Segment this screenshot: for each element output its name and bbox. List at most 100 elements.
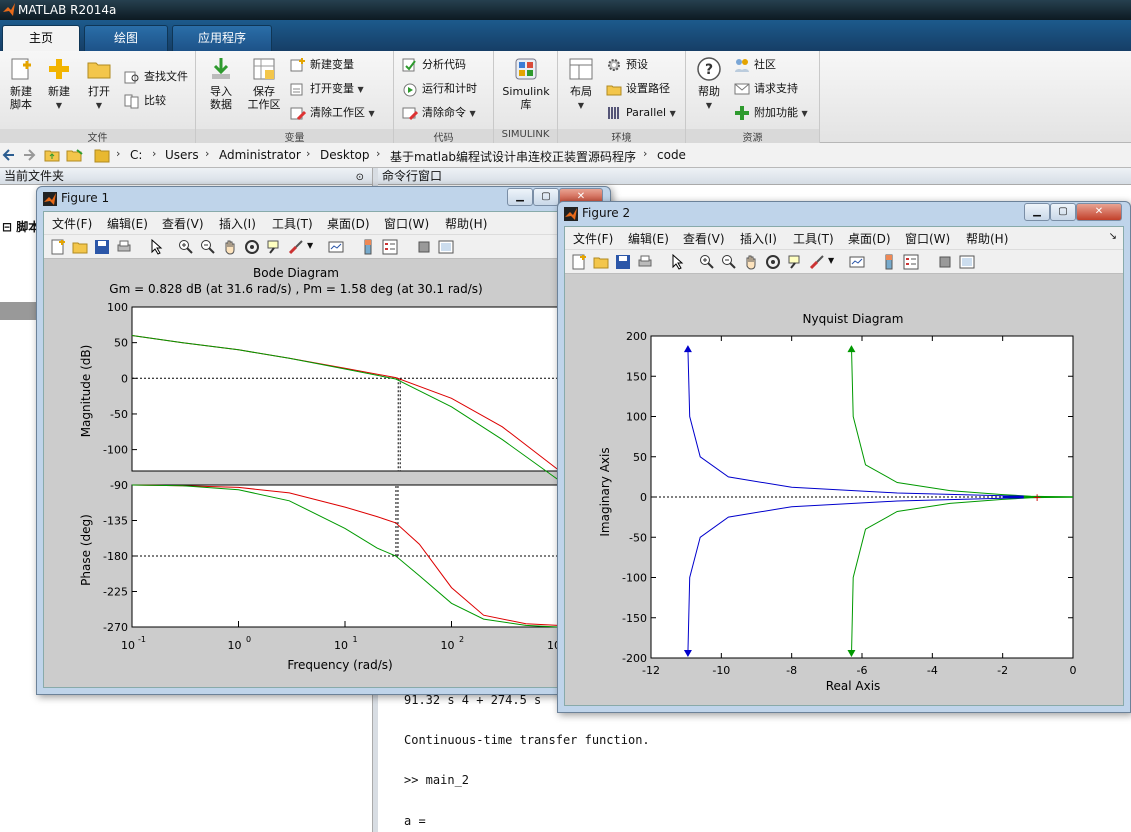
menu-tools[interactable]: 工具(T) <box>272 215 313 232</box>
run-and-time-button[interactable]: 运行和计时 <box>402 79 477 99</box>
tab-plots[interactable]: 绘图 <box>84 25 168 51</box>
clear-workspace-button[interactable]: 清除工作区 ▼ <box>290 103 375 123</box>
folder-tree-item[interactable]: ⊟ 脚本 <box>2 218 40 235</box>
browse-folder-icon[interactable] <box>66 147 84 163</box>
save-icon[interactable] <box>94 239 110 255</box>
new-script-button[interactable]: 新建 脚本 <box>2 54 40 111</box>
menu-dock-arrow-icon[interactable]: ↘ <box>1109 231 1117 242</box>
import-data-button[interactable]: 导入 数据 <box>202 54 240 111</box>
tab-apps[interactable]: 应用程序 <box>172 25 272 51</box>
brush-dropdown-icon[interactable]: ▼ <box>828 256 834 265</box>
clear-commands-button[interactable]: 清除命令 ▼ <box>402 103 476 123</box>
menu-desktop[interactable]: 桌面(D) <box>327 215 370 232</box>
figure-2-plot-area[interactable]: Nyquist Diagram -12 -10 -8 -6 -4 -2 0 200 150 100… <box>565 274 1123 705</box>
breadcrumb-drive[interactable]: C: <box>130 148 142 162</box>
open-file-icon[interactable] <box>72 239 88 255</box>
breadcrumb-administrator[interactable]: Administrator <box>219 148 301 162</box>
bode-phase-axes[interactable]: -90-135-180-225-27010-1100101102103 <box>103 479 599 652</box>
maximize-button[interactable]: ▢ <box>1050 203 1076 221</box>
brush-dropdown-icon[interactable]: ▼ <box>307 241 313 250</box>
menu-tools[interactable]: 工具(T) <box>793 230 834 247</box>
request-support-button[interactable]: 请求支持 <box>734 79 798 99</box>
find-files-button[interactable]: 查找文件 <box>124 67 188 87</box>
simulink-library-button[interactable]: Simulink 库 <box>500 54 552 111</box>
breadcrumb-project-folder[interactable]: 基于matlab编程试设计串连校正装置源码程序 <box>390 148 636 165</box>
rotate-3d-icon[interactable] <box>244 239 260 255</box>
pan-hand-icon[interactable] <box>743 254 759 270</box>
nyquist-diagram-chart[interactable]: Nyquist Diagram -12 -10 -8 -6 -4 -2 0 200 150 100… <box>565 274 1125 708</box>
link-plot-icon[interactable] <box>328 239 344 255</box>
up-folder-icon[interactable] <box>44 147 60 163</box>
tab-home[interactable]: 主页 <box>2 25 80 51</box>
menu-view[interactable]: 查看(V) <box>683 230 725 247</box>
legend-icon[interactable] <box>382 239 398 255</box>
open-variable-button[interactable]: 打开变量 ▼ <box>290 79 364 99</box>
menu-insert[interactable]: 插入(I) <box>219 215 256 232</box>
legend-icon[interactable] <box>903 254 919 270</box>
maximize-button[interactable]: ▢ <box>533 188 559 206</box>
menu-insert[interactable]: 插入(I) <box>740 230 777 247</box>
menu-help[interactable]: 帮助(H) <box>966 230 1008 247</box>
new-figure-icon[interactable] <box>50 239 66 255</box>
colorbar-icon[interactable] <box>881 254 897 270</box>
new-button[interactable]: 新建 ▼ <box>40 54 78 112</box>
menu-edit[interactable]: 编辑(E) <box>107 215 148 232</box>
breadcrumb-users[interactable]: Users <box>165 148 199 162</box>
add-ons-button[interactable]: 附加功能 ▼ <box>734 103 808 123</box>
link-plot-icon[interactable] <box>849 254 865 270</box>
brush-icon[interactable] <box>288 239 304 255</box>
pointer-icon[interactable] <box>669 254 685 270</box>
menu-view[interactable]: 查看(V) <box>162 215 204 232</box>
menu-file[interactable]: 文件(F) <box>573 230 613 247</box>
breadcrumb-code[interactable]: code <box>657 148 686 162</box>
compare-button[interactable]: 比较 <box>124 91 166 111</box>
save-workspace-button[interactable]: 保存 工作区 <box>242 54 286 111</box>
back-arrow-icon[interactable] <box>2 148 16 162</box>
zoom-out-icon[interactable] <box>200 239 216 255</box>
minimize-button[interactable]: ▁ <box>507 188 533 206</box>
open-button[interactable]: 打开 ▼ <box>80 54 118 112</box>
forward-arrow-icon[interactable] <box>22 148 36 162</box>
data-cursor-icon[interactable] <box>787 254 803 270</box>
hide-plot-tools-icon[interactable] <box>937 254 953 270</box>
menu-edit[interactable]: 编辑(E) <box>628 230 669 247</box>
data-cursor-icon[interactable] <box>266 239 282 255</box>
menu-window[interactable]: 窗口(W) <box>905 230 950 247</box>
menu-file[interactable]: 文件(F) <box>52 215 92 232</box>
bode-magnitude-axes[interactable]: 100 50 0 -50 -100 <box>103 301 599 481</box>
hide-plot-tools-icon[interactable] <box>416 239 432 255</box>
set-path-button[interactable]: 设置路径 <box>606 79 670 99</box>
community-button[interactable]: 社区 <box>734 55 776 75</box>
selected-file-row[interactable] <box>0 302 40 320</box>
pan-hand-icon[interactable] <box>222 239 238 255</box>
breadcrumb-desktop[interactable]: Desktop <box>320 148 370 162</box>
panel-menu-icon[interactable]: ⊙ <box>356 169 364 186</box>
show-plot-tools-icon[interactable] <box>959 254 975 270</box>
nyquist-axes[interactable]: -12 -10 -8 -6 -4 -2 0 200 150 100 50 0 -50 -100 -150 -2… <box>622 330 1076 677</box>
parallel-button[interactable]: Parallel ▼ <box>606 103 676 123</box>
brush-icon[interactable] <box>809 254 825 270</box>
save-icon[interactable] <box>615 254 631 270</box>
figure-2-window[interactable]: Figure 2 ▁ ▢ ✕ 文件(F) 编辑(E) 查看(V) 插入(I) 工… <box>557 201 1131 713</box>
figure-1-window[interactable]: Figure 1 ▁ ▢ ✕ 文件(F) 编辑(E) 查看(V) 插入(I) 工… <box>36 186 611 695</box>
rotate-3d-icon[interactable] <box>765 254 781 270</box>
open-file-icon[interactable] <box>593 254 609 270</box>
menu-window[interactable]: 窗口(W) <box>384 215 429 232</box>
show-plot-tools-icon[interactable] <box>438 239 454 255</box>
colorbar-icon[interactable] <box>360 239 376 255</box>
analyze-code-button[interactable]: 分析代码 <box>402 55 466 75</box>
pointer-icon[interactable] <box>148 239 164 255</box>
zoom-out-icon[interactable] <box>721 254 737 270</box>
close-button[interactable]: ✕ <box>1076 203 1122 221</box>
preferences-button[interactable]: 预设 <box>606 55 648 75</box>
new-variable-button[interactable]: 新建变量 <box>290 55 354 75</box>
bode-diagram-chart[interactable]: Bode Diagram Gm = 0.828 dB (at 31.6 rad/… <box>44 259 600 673</box>
menu-desktop[interactable]: 桌面(D) <box>848 230 891 247</box>
help-button[interactable]: ? 帮助 ▼ <box>690 54 728 112</box>
new-figure-icon[interactable] <box>571 254 587 270</box>
current-folder-address-bar[interactable]: › C: › Users › Administrator › Desktop ›… <box>0 143 1131 168</box>
figure-1-plot-area[interactable]: Bode Diagram Gm = 0.828 dB (at 31.6 rad/… <box>44 259 603 687</box>
layout-button[interactable]: 布局 ▼ <box>562 54 600 112</box>
menu-help[interactable]: 帮助(H) <box>445 215 487 232</box>
zoom-in-icon[interactable] <box>178 239 194 255</box>
